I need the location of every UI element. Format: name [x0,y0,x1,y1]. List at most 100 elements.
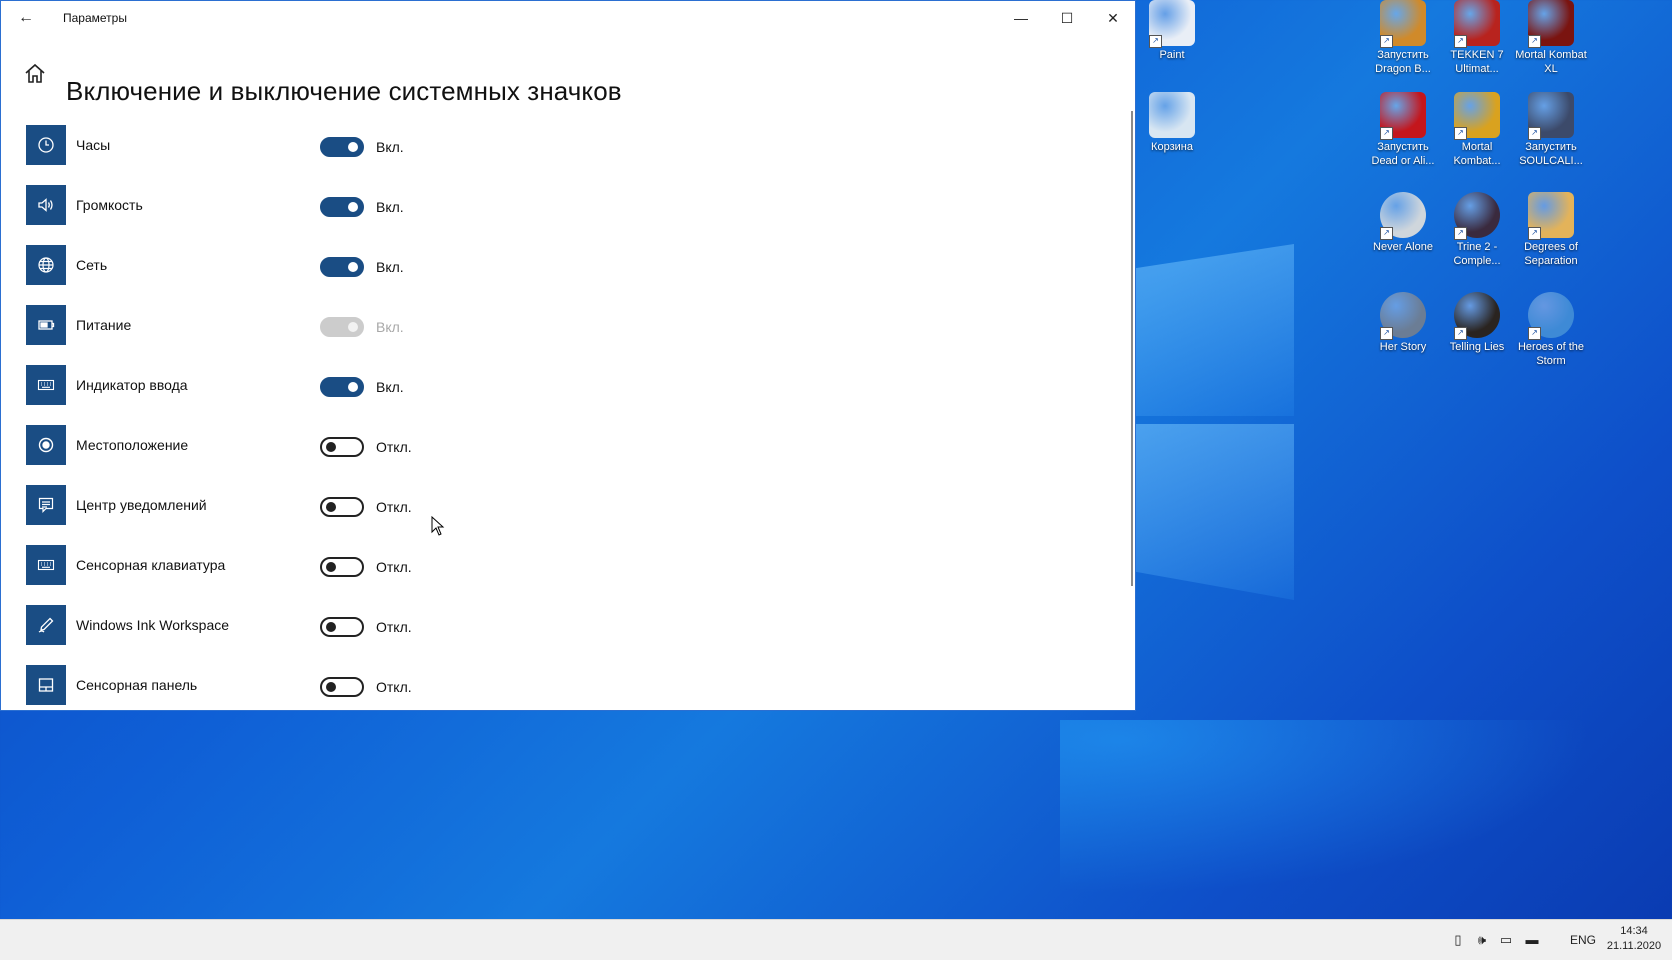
window-title: Параметры [63,11,127,25]
toggle-switch[interactable] [320,677,364,697]
desktop-shortcut-label: Trine 2 - Comple... [1453,241,1501,267]
setting-row: Местоположение Откл. [26,421,1026,481]
toggle-knob [326,622,336,632]
shortcut-arrow-icon: ↗ [1528,327,1541,340]
desktop-shortcut-label: Her Story [1379,341,1427,353]
shortcut-arrow-icon: ↗ [1454,327,1467,340]
app-icon: ↗ [1454,292,1500,340]
page-title: Включение и выключение системных значков [66,76,622,107]
desktop-shortcut[interactable]: ↗ Her Story [1366,292,1440,354]
desktop-shortcut[interactable]: ↗ Запустить Dragon B... [1366,0,1440,76]
toggle-switch[interactable] [320,557,364,577]
scrollbar[interactable] [1131,111,1133,586]
desktop-shortcut-label: Degrees of Separation [1524,241,1578,267]
touchpad-icon [26,665,66,705]
shortcut-arrow-icon: ↗ [1380,127,1393,140]
desktop-shortcut[interactable]: ↗ Запустить Dead or Ali... [1366,92,1440,168]
setting-row: Часы Вкл. [26,121,1026,181]
desktop-shortcut[interactable]: ↗ Запустить SOULCALI... [1514,92,1588,168]
toggle-switch[interactable] [320,257,364,277]
toggle-switch[interactable] [320,437,364,457]
desktop-glow [1060,720,1672,920]
app-icon: ↗ [1454,0,1500,48]
setting-label: Часы [76,137,111,153]
desktop-shortcut-label: Heroes of the Storm [1517,341,1585,367]
toggle-state-label: Вкл. [376,139,404,155]
shortcut-arrow-icon: ↗ [1454,227,1467,240]
input-language[interactable]: ENG [1570,933,1596,947]
desktop-shortcut-label: TEKKEN 7 Ultimat... [1450,49,1504,75]
toggle-switch[interactable] [320,497,364,517]
desktop-shortcut[interactable]: ↗ Never Alone [1366,192,1440,254]
toggle-switch[interactable] [320,197,364,217]
maximize-button[interactable]: ☐ [1044,1,1090,35]
toggle-state-label: Откл. [376,439,412,455]
desktop-shortcut[interactable]: ↗ Degrees of Separation [1514,192,1588,268]
desktop-shortcut-label: Telling Lies [1449,341,1505,353]
toggle-knob [326,682,336,692]
desktop-shortcut[interactable]: ↗ Mortal Kombat XL [1514,0,1588,76]
toggle-state-label: Откл. [376,559,412,575]
home-icon[interactable] [23,62,47,86]
notification-icon [26,485,66,525]
pen-icon [26,605,66,645]
desktop-shortcut[interactable]: ↗ Heroes of the Storm [1514,292,1588,368]
app-icon: ↗ [1454,192,1500,240]
close-button[interactable]: ✕ [1090,1,1136,35]
desktop-shortcut[interactable]: Корзина [1135,92,1209,154]
shortcut-arrow-icon: ↗ [1454,127,1467,140]
desktop-shortcut[interactable]: ↗ Telling Lies [1440,292,1514,354]
setting-label: Местоположение [76,437,189,453]
setting-row: Громкость Вкл. [26,181,1026,241]
setting-row: Центр уведомлений Откл. [26,481,1026,541]
app-icon: ↗ [1528,92,1574,140]
settings-list: Часы Вкл. Громкость Вкл. Сеть Вкл. Питание Вкл.… [26,121,1026,721]
back-button[interactable]: ← [15,7,37,29]
windows-logo-lower-pane [1136,424,1294,600]
clock-time: 14:34 [1620,925,1648,937]
desktop-shortcut[interactable]: ↗ Mortal Kombat... [1440,92,1514,168]
app-icon: ↗ [1380,0,1426,48]
toggle-knob [348,322,358,332]
setting-label: Центр уведомлений [76,497,207,513]
app-icon: ↗ [1380,92,1426,140]
setting-row: Windows Ink Workspace Откл. [26,601,1026,661]
desktop-shortcut-label: Запустить SOULCALI... [1519,141,1583,167]
toggle-knob [326,562,336,572]
network-icon[interactable]: ▭ [1498,932,1514,948]
setting-label: Сеть [76,257,108,273]
toggle-state-label: Вкл. [376,199,404,215]
clock-date: 21.11.2020 [1606,940,1662,952]
app-icon: ↗ [1380,192,1426,240]
title-bar: ← Параметры — ☐ ✕ [1,1,1135,35]
toggle-switch[interactable] [320,617,364,637]
battery-icon [26,305,66,345]
setting-label: Питание [76,317,132,333]
setting-row: Сенсорная клавиатура Откл. [26,541,1026,601]
toggle-state-label: Вкл. [376,379,404,395]
desktop-shortcut[interactable]: ↗ TEKKEN 7 Ultimat... [1440,0,1514,76]
toggle-state-label: Откл. [376,499,412,515]
volume-icon [26,185,66,225]
speaker-icon[interactable]: 🕪 [1474,932,1490,948]
minimize-button[interactable]: — [998,1,1044,35]
shortcut-arrow-icon: ↗ [1528,35,1541,48]
desktop-shortcut[interactable]: ↗ Trine 2 - Comple... [1440,192,1514,268]
desktop-shortcut[interactable]: ↗ Paint [1135,0,1209,62]
clock[interactable]: 14:34 21.11.2020 [1602,924,1666,954]
desktop-shortcut-label: Paint [1159,49,1185,61]
usb-device-icon[interactable]: ▯ [1450,932,1466,948]
toggle-state-label: Откл. [376,619,412,635]
setting-row: Питание Вкл. [26,301,1026,361]
toggle-knob [348,142,358,152]
desktop-shortcut-label: Запустить Dead or Ali... [1371,141,1435,167]
shortcut-arrow-icon: ↗ [1454,35,1467,48]
toggle-knob [348,262,358,272]
app-icon: ↗ [1380,292,1426,340]
desktop-shortcut-label: Mortal Kombat... [1453,141,1501,167]
battery-tray-icon[interactable]: ▬ [1524,932,1540,948]
setting-label: Сенсорная панель [76,677,198,693]
settings-window: ← Параметры — ☐ ✕ Включение и выключение… [0,0,1136,711]
toggle-switch[interactable] [320,137,364,157]
toggle-switch[interactable] [320,377,364,397]
